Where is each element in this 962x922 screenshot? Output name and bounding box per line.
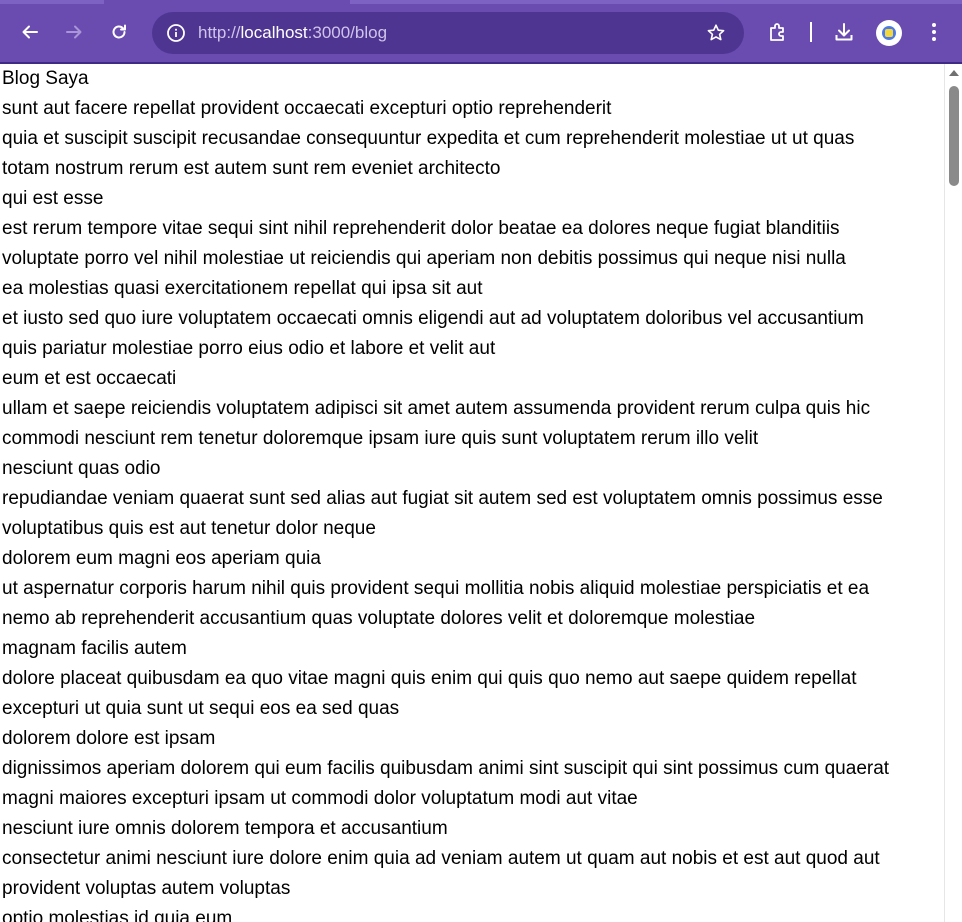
blog-line: ullam et saepe reiciendis voluptatem adi… [2,398,871,419]
blog-line: quia et suscipit suscipit recusandae con… [2,128,855,149]
download-icon [835,23,853,41]
url-scheme: http:// [198,23,241,42]
blog-line: repudiandae veniam quaerat sunt sed alia… [2,488,883,509]
blog-line: dolore placeat quibusdam ea quo vitae ma… [2,668,857,689]
reload-icon [112,24,126,39]
browser-toolbar: http://localhost:3000/blog [0,0,962,62]
profile-avatar-core [885,29,893,37]
blog-line: et iusto sed quo iure voluptatem occaeca… [2,308,864,329]
blog-line: optio molestias id quia eum [2,908,233,922]
blog-line: ut aspernatur corporis harum nihil quis … [2,578,870,599]
url-path: :3000/blog [307,23,388,42]
blog-line: est rerum tempore vitae sequi sint nihil… [2,218,840,239]
profile-button[interactable] [876,20,902,46]
blog-line: commodi nesciunt rem tenetur doloremque … [2,428,759,449]
bookmark-button[interactable] [700,17,732,49]
url-host: localhost [240,23,308,42]
site-info-button[interactable] [160,17,192,49]
page-viewport: Blog Saya sunt aut facere repellat provi… [0,64,944,922]
kebab-menu-icon [932,23,936,41]
puzzle-icon [770,23,784,41]
blog-line: dignissimos aperiam dolorem qui eum faci… [2,758,890,779]
arrow-right-icon [66,25,82,39]
reload-button[interactable] [103,16,135,48]
blog-line: dolorem dolore est ipsam [2,728,216,749]
back-button[interactable] [14,16,46,48]
browser-menu-button[interactable] [918,16,950,48]
active-tab-edge[interactable] [0,0,104,4]
blog-line: consectetur animi nesciunt iure dolore e… [2,848,880,869]
blog-line: quis pariatur molestiae porro eius odio … [2,338,496,359]
blog-line: totam nostrum rerum est autem sunt rem e… [2,158,501,179]
blog-line: sunt aut facere repellat provident occae… [2,98,612,119]
downloads-button[interactable] [828,16,860,48]
page-title: Blog Saya [2,68,89,89]
blog-line: excepturi ut quia sunt ut sequi eos ea s… [2,698,400,719]
blog-line: qui est esse [2,188,104,209]
star-icon [707,24,725,41]
vertical-scrollbar[interactable] [944,64,962,922]
blog-line: nesciunt quas odio [2,458,161,479]
info-icon [167,24,185,42]
address-bar[interactable]: http://localhost:3000/blog [152,12,744,54]
blog-line: voluptate porro vel nihil molestiae ut r… [2,248,846,269]
blog-line: voluptatibus quis est aut tenetur dolor … [2,518,376,539]
extensions-button[interactable] [762,16,794,48]
blog-line: dolorem eum magni eos aperiam quia [2,548,321,569]
blog-line: provident voluptas autem voluptas [2,878,291,899]
blog-line: magni maiores excepturi ipsam ut commodi… [2,788,638,809]
tab-strip-edge [350,0,962,4]
scrollbar-thumb[interactable] [949,86,959,186]
blog-line: nemo ab reprehenderit accusantium quas v… [2,608,756,629]
blog-content: Blog Saya sunt aut facere repellat provi… [2,64,889,922]
toolbar-separator [810,22,812,42]
blog-line: magnam facilis autem [2,638,187,659]
profile-avatar-icon [882,26,896,40]
arrow-left-icon [22,25,38,39]
url-text[interactable]: http://localhost:3000/blog [198,12,387,54]
scroll-up-arrow-icon[interactable] [949,70,959,76]
forward-button[interactable] [58,16,90,48]
blog-line: ea molestias quasi exercitationem repell… [2,278,483,299]
blog-line: nesciunt iure omnis dolorem tempora et a… [2,818,448,839]
blog-line: eum et est occaecati [2,368,177,389]
